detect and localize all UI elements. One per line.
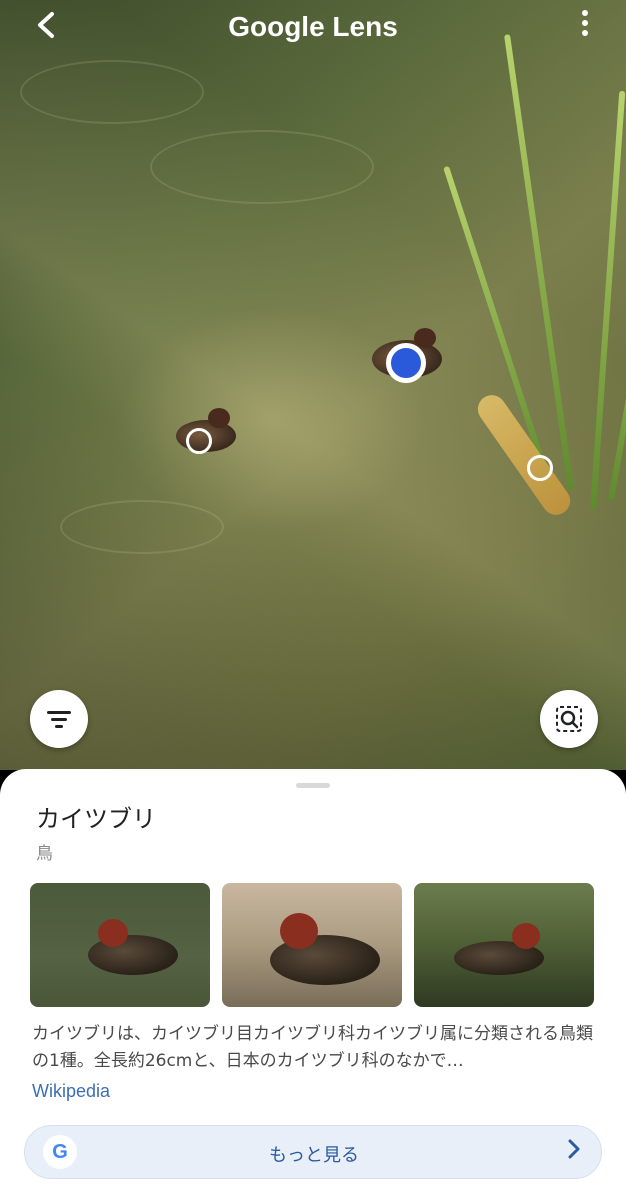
search-region-icon: [556, 706, 582, 732]
more-results-button[interactable]: G もっと見る: [24, 1125, 602, 1179]
thumbnail-image[interactable]: [222, 883, 402, 1007]
more-results-label: もっと見る: [269, 1145, 359, 1166]
chevron-right-icon: [567, 1138, 581, 1166]
more-vert-icon: [582, 10, 588, 16]
detection-marker-selected[interactable]: [386, 343, 426, 383]
filter-button[interactable]: [30, 690, 88, 748]
thumbnail-image[interactable]: [30, 883, 210, 1007]
thumbnail-image[interactable]: [414, 883, 594, 1007]
top-bar: Google Lens: [0, 0, 626, 60]
ripple: [60, 500, 224, 554]
result-category: 鳥: [36, 844, 53, 864]
result-description: カイツブリは、カイツブリ目カイツブリ科カイツブリ属に分類される鳥類の1種。全長約…: [32, 1024, 593, 1071]
search-region-button[interactable]: [540, 690, 598, 748]
sheet-drag-handle[interactable]: [296, 783, 330, 788]
ripple: [20, 60, 204, 124]
page-title: Google Lens: [228, 11, 398, 42]
detection-marker[interactable]: [527, 455, 553, 481]
camera-viewfinder[interactable]: Google Lens: [0, 0, 626, 770]
result-sheet: カイツブリ 鳥 カイツブリは、カイツブリ目カイツブリ科カイツブリ属に分類される鳥…: [0, 769, 626, 1200]
image-thumbnails: [30, 883, 596, 1007]
detection-marker[interactable]: [186, 428, 212, 454]
bird-photo: [270, 913, 380, 985]
more-options-button[interactable]: [580, 10, 590, 40]
filter-icon: [47, 711, 71, 728]
result-title: カイツブリ: [36, 805, 156, 833]
source-link[interactable]: Wikipedia: [32, 1081, 110, 1102]
ripple: [150, 130, 374, 204]
bird-photo: [454, 923, 544, 975]
bird-photo: [88, 919, 178, 975]
